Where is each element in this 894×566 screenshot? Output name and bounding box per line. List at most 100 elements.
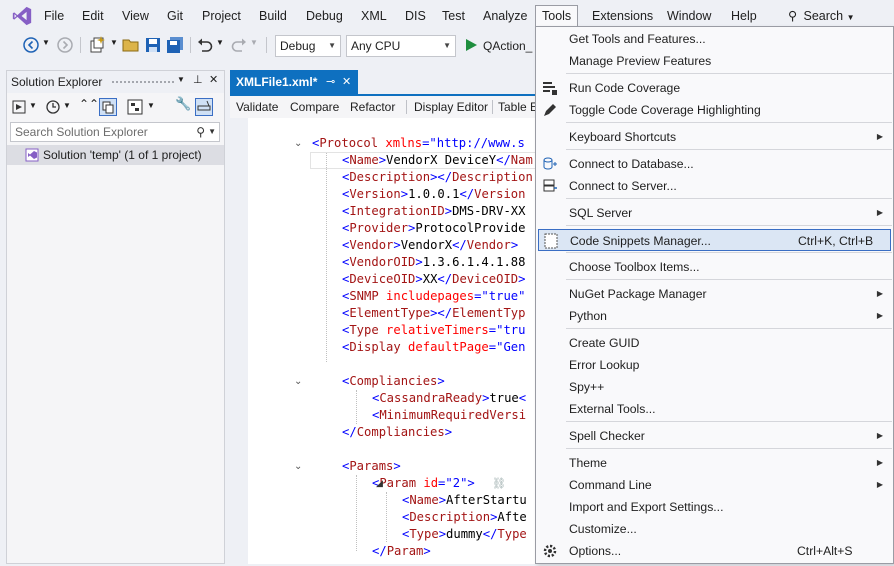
save-all-icon[interactable]: [166, 36, 184, 54]
code-line[interactable]: </Compliancies>: [342, 424, 452, 441]
new-project-dropdown-icon[interactable]: ▼: [110, 38, 118, 47]
menu-view[interactable]: View: [122, 0, 149, 32]
code-line[interactable]: <Vendor>VendorX</Vendor>: [342, 237, 518, 254]
undo-dropdown-icon[interactable]: ▼: [216, 38, 224, 47]
menu-xml[interactable]: XML: [361, 0, 387, 32]
menu-item-toggle-code-coverage-highlighting[interactable]: Toggle Code Coverage Highlighting: [536, 99, 893, 121]
navigate-forward-icon[interactable]: [56, 36, 74, 54]
code-line[interactable]: <Description></Description: [342, 169, 533, 186]
tab-xmlfile1[interactable]: XMLFile1.xml* ⊸ ✕: [230, 70, 358, 94]
code-line[interactable]: <DeviceOID>XX</DeviceOID>: [342, 271, 526, 288]
code-line[interactable]: <Name>AfterStartu: [402, 492, 527, 509]
redo-dropdown-icon[interactable]: ▼: [250, 38, 258, 47]
panel-grip[interactable]: [111, 80, 175, 85]
solution-explorer-search-input[interactable]: Search Solution Explorer ⚲ ▼: [10, 122, 220, 142]
show-all-files-icon[interactable]: [99, 98, 117, 116]
code-line[interactable]: <VendorOID>1.3.6.1.4.1.88: [342, 254, 525, 271]
menu-test[interactable]: Test: [442, 0, 465, 32]
navigate-back-dropdown-icon[interactable]: ▼: [42, 38, 50, 47]
menu-item-spy[interactable]: Spy++: [536, 376, 893, 398]
undo-icon[interactable]: [196, 36, 214, 54]
pin-tab-icon[interactable]: ⊸: [326, 70, 335, 94]
visual-studio-logo-icon[interactable]: [10, 5, 34, 27]
menu-item-sql-server[interactable]: SQL Server ▶: [536, 202, 893, 224]
menu-item-customize[interactable]: Customize...: [536, 518, 893, 540]
open-folder-icon[interactable]: [122, 36, 140, 54]
code-line[interactable]: <Type relativeTimers="tru: [342, 322, 525, 339]
compare-button[interactable]: Compare: [290, 96, 339, 118]
redo-icon[interactable]: [230, 36, 248, 54]
menu-item-keyboard-shortcuts[interactable]: Keyboard Shortcuts ▶: [536, 126, 893, 148]
code-line[interactable]: <CassandraReady>true<: [372, 390, 526, 407]
menu-git[interactable]: Git: [167, 0, 183, 32]
wrench-icon[interactable]: 🔧: [175, 96, 191, 112]
refactor-button[interactable]: Refactor: [350, 96, 395, 118]
solution-configuration-combo[interactable]: Debug ▼: [275, 35, 341, 57]
pending-changes-filter-icon[interactable]: [45, 99, 61, 115]
code-line[interactable]: <Protocol xmlns="http://www.s: [312, 135, 525, 152]
menu-item-import-and-export-settings[interactable]: Import and Export Settings...: [536, 496, 893, 518]
code-line[interactable]: <MinimumRequiredVersi: [372, 407, 526, 424]
menu-item-connect-to-server[interactable]: Connect to Server...: [536, 175, 893, 197]
menu-item-run-code-coverage[interactable]: Run Code Coverage: [536, 77, 893, 99]
new-project-icon[interactable]: [88, 36, 106, 54]
menu-dis[interactable]: DIS: [405, 0, 426, 32]
chevron-down-icon[interactable]: ▼: [29, 101, 37, 110]
menu-item-choose-toolbox-items[interactable]: Choose Toolbox Items...: [536, 256, 893, 278]
menu-item-error-lookup[interactable]: Error Lookup: [536, 354, 893, 376]
menu-build[interactable]: Build: [259, 0, 287, 32]
preview-selected-items-icon[interactable]: [195, 98, 213, 116]
close-tab-icon[interactable]: ✕: [342, 70, 351, 94]
code-line[interactable]: <Provider>ProtocolProvide: [342, 220, 525, 237]
window-position-icon[interactable]: ▼: [177, 75, 185, 84]
menu-item-spell-checker[interactable]: Spell Checker ▶: [536, 425, 893, 447]
start-target-label[interactable]: QAction_: [483, 37, 532, 55]
menu-item-create-guid[interactable]: Create GUID: [536, 332, 893, 354]
menu-item-code-snippets-manager[interactable]: Code Snippets Manager... Ctrl+K, Ctrl+B: [538, 229, 891, 251]
menu-item-options[interactable]: Options... Ctrl+Alt+S: [536, 540, 893, 562]
pin-icon[interactable]: ⊥: [193, 73, 203, 86]
menu-item-external-tools[interactable]: External Tools...: [536, 398, 893, 420]
home-icon[interactable]: [11, 99, 27, 115]
fold-toggle-icon[interactable]: ⌄: [294, 376, 302, 387]
menu-item-manage-preview-features[interactable]: Manage Preview Features: [536, 50, 893, 72]
menu-item-command-line[interactable]: Command Line ▶: [536, 474, 893, 496]
code-line[interactable]: <ElementType></ElementTyp: [342, 305, 525, 322]
code-line[interactable]: <Compliancies>: [342, 373, 445, 390]
fold-toggle-icon[interactable]: ⌄: [294, 138, 302, 149]
menu-edit[interactable]: Edit: [82, 0, 104, 32]
menu-analyze[interactable]: Analyze: [483, 0, 527, 32]
code-line[interactable]: <Description>Afte: [402, 509, 527, 526]
menu-item-get-tools-and-features[interactable]: Get Tools and Features...: [536, 28, 893, 50]
chevron-down-icon[interactable]: ▼: [63, 101, 71, 110]
menu-debug[interactable]: Debug: [306, 0, 343, 32]
start-debugging-icon[interactable]: [464, 38, 478, 52]
menu-item-connect-to-database[interactable]: Connect to Database...: [536, 153, 893, 175]
menu-file[interactable]: File: [44, 0, 64, 32]
menu-project[interactable]: Project: [202, 0, 241, 32]
fold-toggle-icon[interactable]: ⌄: [294, 461, 302, 472]
menu-item-python[interactable]: Python ▶: [536, 305, 893, 327]
collapse-all-icon[interactable]: ⌃⌃: [79, 97, 99, 111]
chevron-down-icon[interactable]: ▼: [147, 101, 155, 110]
expand-arrow-icon[interactable]: ◢: [376, 478, 383, 489]
code-line[interactable]: <Type>dummy</Type: [402, 526, 527, 543]
table-editor-button[interactable]: Table E: [498, 96, 538, 118]
code-line[interactable]: <Version>1.0.0.1</Version: [342, 186, 526, 203]
properties-tree-icon[interactable]: [127, 99, 143, 115]
menu-item-nuget-package-manager[interactable]: NuGet Package Manager ▶: [536, 283, 893, 305]
code-line[interactable]: <SNMP includepages="true": [342, 288, 525, 305]
validate-button[interactable]: Validate: [236, 96, 278, 118]
code-line[interactable]: <Display defaultPage="Gen: [342, 339, 525, 356]
close-icon[interactable]: ✕: [209, 73, 218, 86]
code-line[interactable]: </Param>: [372, 543, 431, 560]
solution-platform-combo[interactable]: Any CPU ▼: [346, 35, 456, 57]
code-line[interactable]: <IntegrationID>DMS-DRV-XX: [342, 203, 525, 220]
code-line[interactable]: <Params>: [342, 458, 401, 475]
solution-tree-item[interactable]: Solution 'temp' (1 of 1 project): [7, 145, 224, 165]
menu-item-theme[interactable]: Theme ▶: [536, 452, 893, 474]
code-line[interactable]: <Param id="2">: [372, 475, 475, 492]
display-editor-button[interactable]: Display Editor: [414, 96, 488, 118]
save-icon[interactable]: [144, 36, 162, 54]
navigate-back-icon[interactable]: [22, 36, 40, 54]
